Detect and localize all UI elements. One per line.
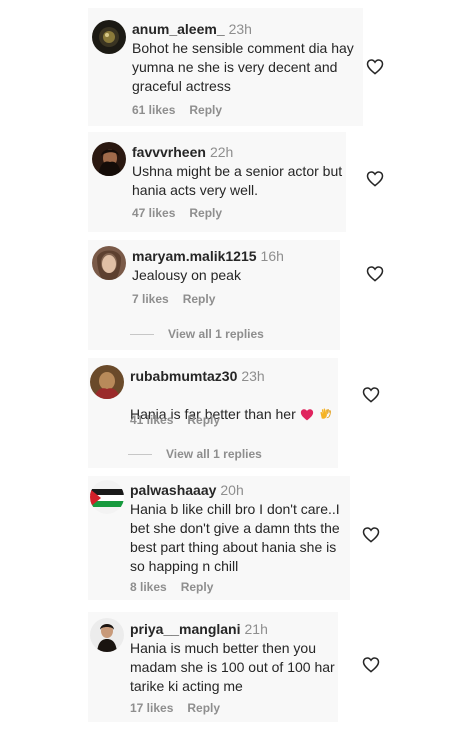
like-heart-icon[interactable] — [366, 265, 384, 282]
like-heart-icon[interactable] — [362, 656, 380, 673]
like-count[interactable]: 61 likes — [132, 103, 175, 117]
reply-button[interactable]: Reply — [187, 413, 220, 427]
view-replies-button[interactable]: View all 1 replies — [130, 327, 264, 341]
reply-button[interactable]: Reply — [189, 103, 222, 117]
comment-text: Jealousy on peak — [132, 267, 241, 283]
red-heart-emoji-icon — [300, 407, 314, 426]
like-count[interactable]: 7 likes — [132, 292, 169, 306]
comment-username[interactable]: priya__manglani — [130, 621, 241, 637]
avatar[interactable] — [90, 365, 124, 399]
like-heart-icon[interactable] — [362, 526, 380, 543]
divider — [128, 454, 152, 456]
like-heart-icon[interactable] — [366, 58, 384, 75]
comment-username[interactable]: anum_aleem_ — [132, 21, 225, 37]
comment-username[interactable]: favvvrheen — [132, 144, 206, 160]
comment-timestamp: 16h — [260, 248, 284, 264]
avatar[interactable] — [92, 20, 126, 54]
reply-button[interactable]: Reply — [189, 206, 222, 220]
reply-button[interactable]: Reply — [187, 701, 220, 715]
comment-text: Bohot he sensible comment dia hay yumna … — [132, 40, 354, 94]
comment-text: Hania is much better then you madam she … — [130, 640, 335, 694]
reply-button[interactable]: Reply — [181, 580, 214, 594]
comment-timestamp: 23h — [228, 21, 252, 37]
avatar[interactable] — [90, 480, 124, 514]
like-count[interactable]: 17 likes — [130, 701, 173, 715]
like-heart-icon[interactable] — [362, 386, 380, 403]
comment-username[interactable]: maryam.malik1215 — [132, 248, 257, 264]
divider — [130, 334, 154, 336]
comment-timestamp: 20h — [220, 482, 244, 498]
clapping-hands-emoji-icon — [318, 406, 333, 426]
like-heart-icon[interactable] — [366, 170, 384, 187]
avatar[interactable] — [92, 142, 126, 176]
comment-text: Ushna might be a senior actor but hania … — [132, 163, 343, 198]
avatar[interactable] — [92, 246, 126, 280]
comment-timestamp: 23h — [241, 368, 265, 384]
comment-text: Hania b like chill bro I don't care..I b… — [130, 501, 340, 574]
avatar[interactable] — [90, 618, 124, 652]
view-replies-button[interactable]: View all 1 replies — [128, 447, 262, 461]
like-count[interactable]: 8 likes — [130, 580, 167, 594]
comment-username[interactable]: rubabmumtaz30 — [130, 368, 237, 384]
view-replies-label: View all 1 replies — [168, 327, 264, 341]
view-replies-label: View all 1 replies — [166, 447, 262, 461]
comment-timestamp: 21h — [244, 621, 268, 637]
like-count[interactable]: 47 likes — [132, 206, 175, 220]
comment-username[interactable]: palwashaaay — [130, 482, 216, 498]
comment-timestamp: 22h — [209, 144, 234, 160]
reply-button[interactable]: Reply — [183, 292, 216, 306]
like-count[interactable]: 41 likes — [130, 413, 173, 427]
